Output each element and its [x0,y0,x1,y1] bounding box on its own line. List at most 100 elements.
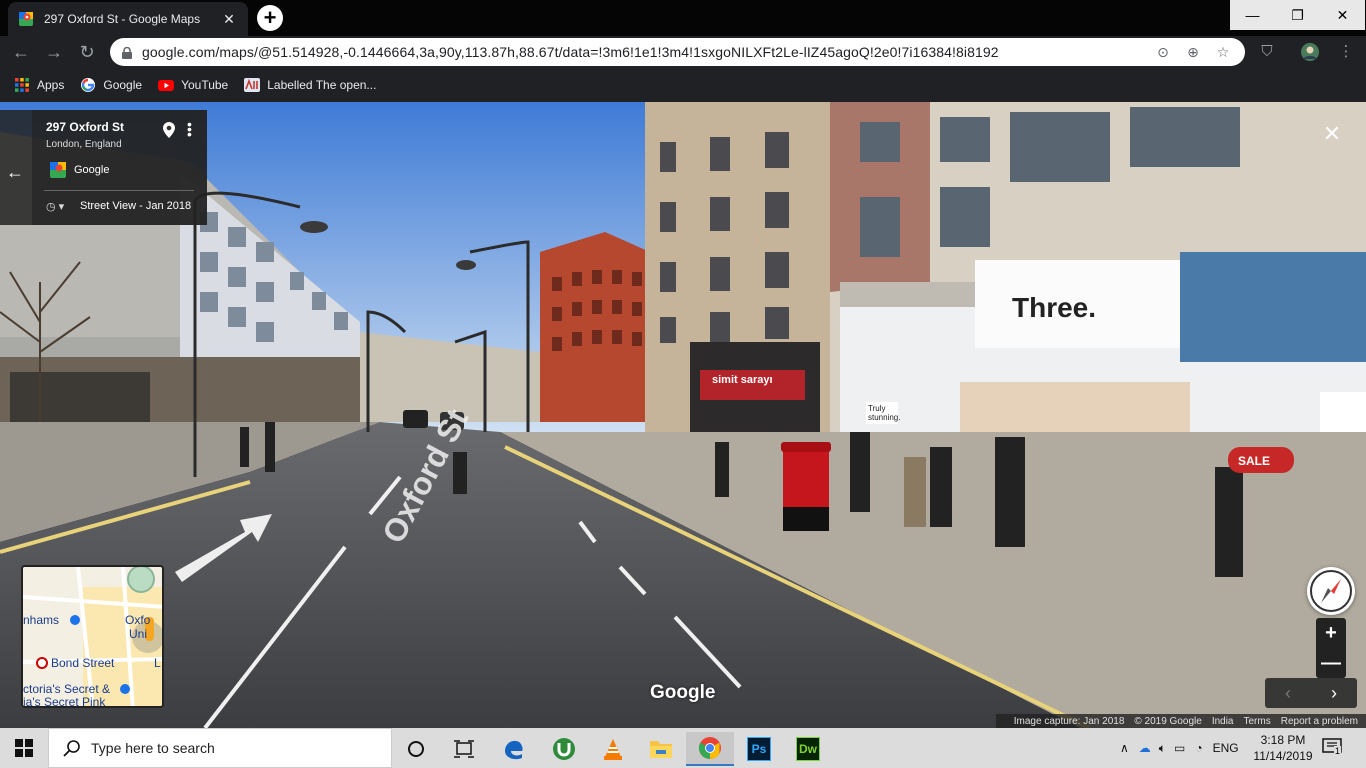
simit-store-sign: simit sarayı [712,374,773,386]
terms-link[interactable]: Terms [1244,716,1271,727]
apps-grid-icon [14,77,30,93]
search-placeholder: Type here to search [91,740,215,756]
reload-icon[interactable]: ↻ [76,41,98,63]
dreamweaver-icon[interactable]: Dw [784,732,832,766]
lock-icon [122,46,132,59]
info-card-body: 297 Oxford St London, England • • • Google… [32,110,207,225]
photoshop-icon[interactable]: Ps [735,732,783,766]
street-view-date: Street View - Jan 2018 [80,200,192,212]
bookmarks-bar: Apps Google YouTube Labelled The open... [0,68,1366,102]
profile-avatar[interactable] [1300,42,1320,62]
more-vert-icon[interactable]: • • • [187,117,195,141]
battery-icon[interactable]: ▭ [1174,741,1185,755]
language-indicator[interactable]: ENG [1213,741,1239,755]
minimap-label: Uni [129,627,148,641]
back-arrow-icon[interactable]: ← [6,162,24,183]
google-g-icon [80,77,96,93]
back-arrow-icon[interactable]: ← [10,41,32,63]
minimap-label: ia's Secret Pink [23,695,106,708]
volume-icon[interactable]: 🔈︎ [1159,741,1166,756]
vlc-icon[interactable] [589,732,637,766]
minimap-label: L [154,656,161,670]
three-store-sign: Three. [1012,292,1097,323]
shield-extension-icon[interactable]: ⛉ [1257,42,1277,62]
zoom-out-button[interactable]: — [1316,648,1346,678]
notification-center-icon[interactable]: 1 [1322,738,1346,760]
clock-date: 11/14/2019 [1253,749,1313,763]
street-view-minimap[interactable]: nhams Oxfo Uni Bond Street L ctoria's Se… [21,565,164,708]
history-clock-icon[interactable]: ◷ ▾ [46,200,72,216]
map-footer: Image capture: Jan 2018 © 2019 Google In… [995,714,1366,728]
onedrive-icon[interactable]: ☁ [1139,741,1151,755]
bookmark-star-icon[interactable]: ☆ [1213,42,1233,62]
copyright: © 2019 Google [1134,715,1202,727]
bookmark-label: Google [103,78,143,92]
window-restore-button[interactable]: ❐ [1275,0,1320,30]
taskbar-clock[interactable]: 3:18 PM 11/14/2019 [1250,732,1316,764]
forward-arrow-icon[interactable]: → [43,41,65,63]
bookmark-youtube[interactable]: YouTube [158,77,228,93]
bookmark-label: Labelled The open... [267,78,377,92]
location-target-icon[interactable]: ⊙ [1153,42,1173,62]
chrome-icon[interactable] [686,732,734,766]
window-minimize-button[interactable]: — [1230,0,1275,30]
tray-overflow-chevron-icon[interactable]: ∧ [1120,741,1129,755]
street-view-panorama[interactable]: Three. simit sarayı Truly stunning. SALE… [0,102,1366,728]
sale-sign: SALE [1238,454,1271,468]
location-info-card: ← 297 Oxford St London, England • • • Goog… [0,110,207,225]
browser-tab-active[interactable]: 297 Oxford St - Google Maps ✕ [8,2,248,36]
google-maps-favicon-icon [18,11,34,27]
divider [44,190,194,191]
provider-label: Google [74,164,110,176]
windows-start-icon[interactable] [0,728,48,768]
bookmark-labelled[interactable]: Labelled The open... [244,77,376,93]
new-tab-button[interactable]: + [257,5,283,31]
window-close-button[interactable]: ✕ [1320,0,1365,30]
utorrent-icon[interactable] [540,732,588,766]
minimap-label: Oxfo [125,613,151,627]
browser-titlebar: 297 Oxford St - Google Maps ✕ + — ❐ ✕ [0,0,1366,36]
bookmark-label: Apps [37,78,65,92]
minimap-label: nhams [23,613,60,627]
image-capture-date: Image capture: Jan 2018 [1013,715,1125,727]
youtube-icon [158,77,175,93]
chrome-menu-icon[interactable]: ⋮ [1336,42,1356,62]
photo-pager: ‹ › [1265,678,1357,708]
cortana-icon[interactable] [392,732,440,766]
search-icon [63,739,81,757]
dreamweaver-label: Dw [796,737,820,761]
screen: 297 Oxford St - Google Maps ✕ + — ❐ ✕ ← … [0,0,1366,768]
edge-icon[interactable] [490,732,538,766]
minimap-label: Bond Street [51,656,115,670]
map-pin-icon[interactable] [163,122,175,138]
bookmark-apps[interactable]: Apps [14,77,64,93]
add-icon[interactable]: ⊕ [1183,42,1203,62]
compass-icon[interactable] [1307,567,1355,615]
zoom-in-button[interactable]: + [1316,618,1346,648]
photoshop-label: Ps [747,737,771,761]
tab-title: 297 Oxford St - Google Maps [44,12,201,26]
task-view-icon[interactable] [440,732,488,766]
windows-taskbar: Type here to search Ps Dw ∧ ☁ 🔈︎ ▭ ◔ ENG… [0,728,1366,768]
file-explorer-icon[interactable] [637,732,685,766]
system-tray: ∧ ☁ 🔈︎ ▭ ◔ ENG [1120,728,1239,768]
bookmark-google[interactable]: Google [80,77,142,93]
address-title: 297 Oxford St [46,120,125,134]
labelled-icon [244,77,261,93]
region-link[interactable]: India [1212,716,1234,727]
bookmark-label: YouTube [181,78,229,92]
report-problem-link[interactable]: Report a problem [1281,716,1358,727]
close-street-view-icon[interactable]: ✕ [1320,122,1344,146]
address-bar[interactable]: google.com/maps/@51.514928,-0.1446664,3a… [110,38,1245,66]
tab-close-icon[interactable]: ✕ [220,11,238,28]
previous-button[interactable]: ‹ [1265,678,1311,708]
network-icon[interactable]: ◔ [1195,741,1202,755]
taskbar-search-box[interactable]: Type here to search [48,728,392,768]
url-text: google.com/maps/@51.514928,-0.1446664,3a… [142,44,999,60]
next-button[interactable]: › [1311,678,1357,708]
clock-time: 3:18 PM [1260,733,1306,747]
browser-toolbar: ← → ↻ google.com/maps/@51.514928,-0.1446… [0,36,1366,68]
google-watermark: Google [650,682,716,703]
address-city: London, England [46,139,122,150]
minimap-label: ctoria's Secret & [23,682,110,696]
